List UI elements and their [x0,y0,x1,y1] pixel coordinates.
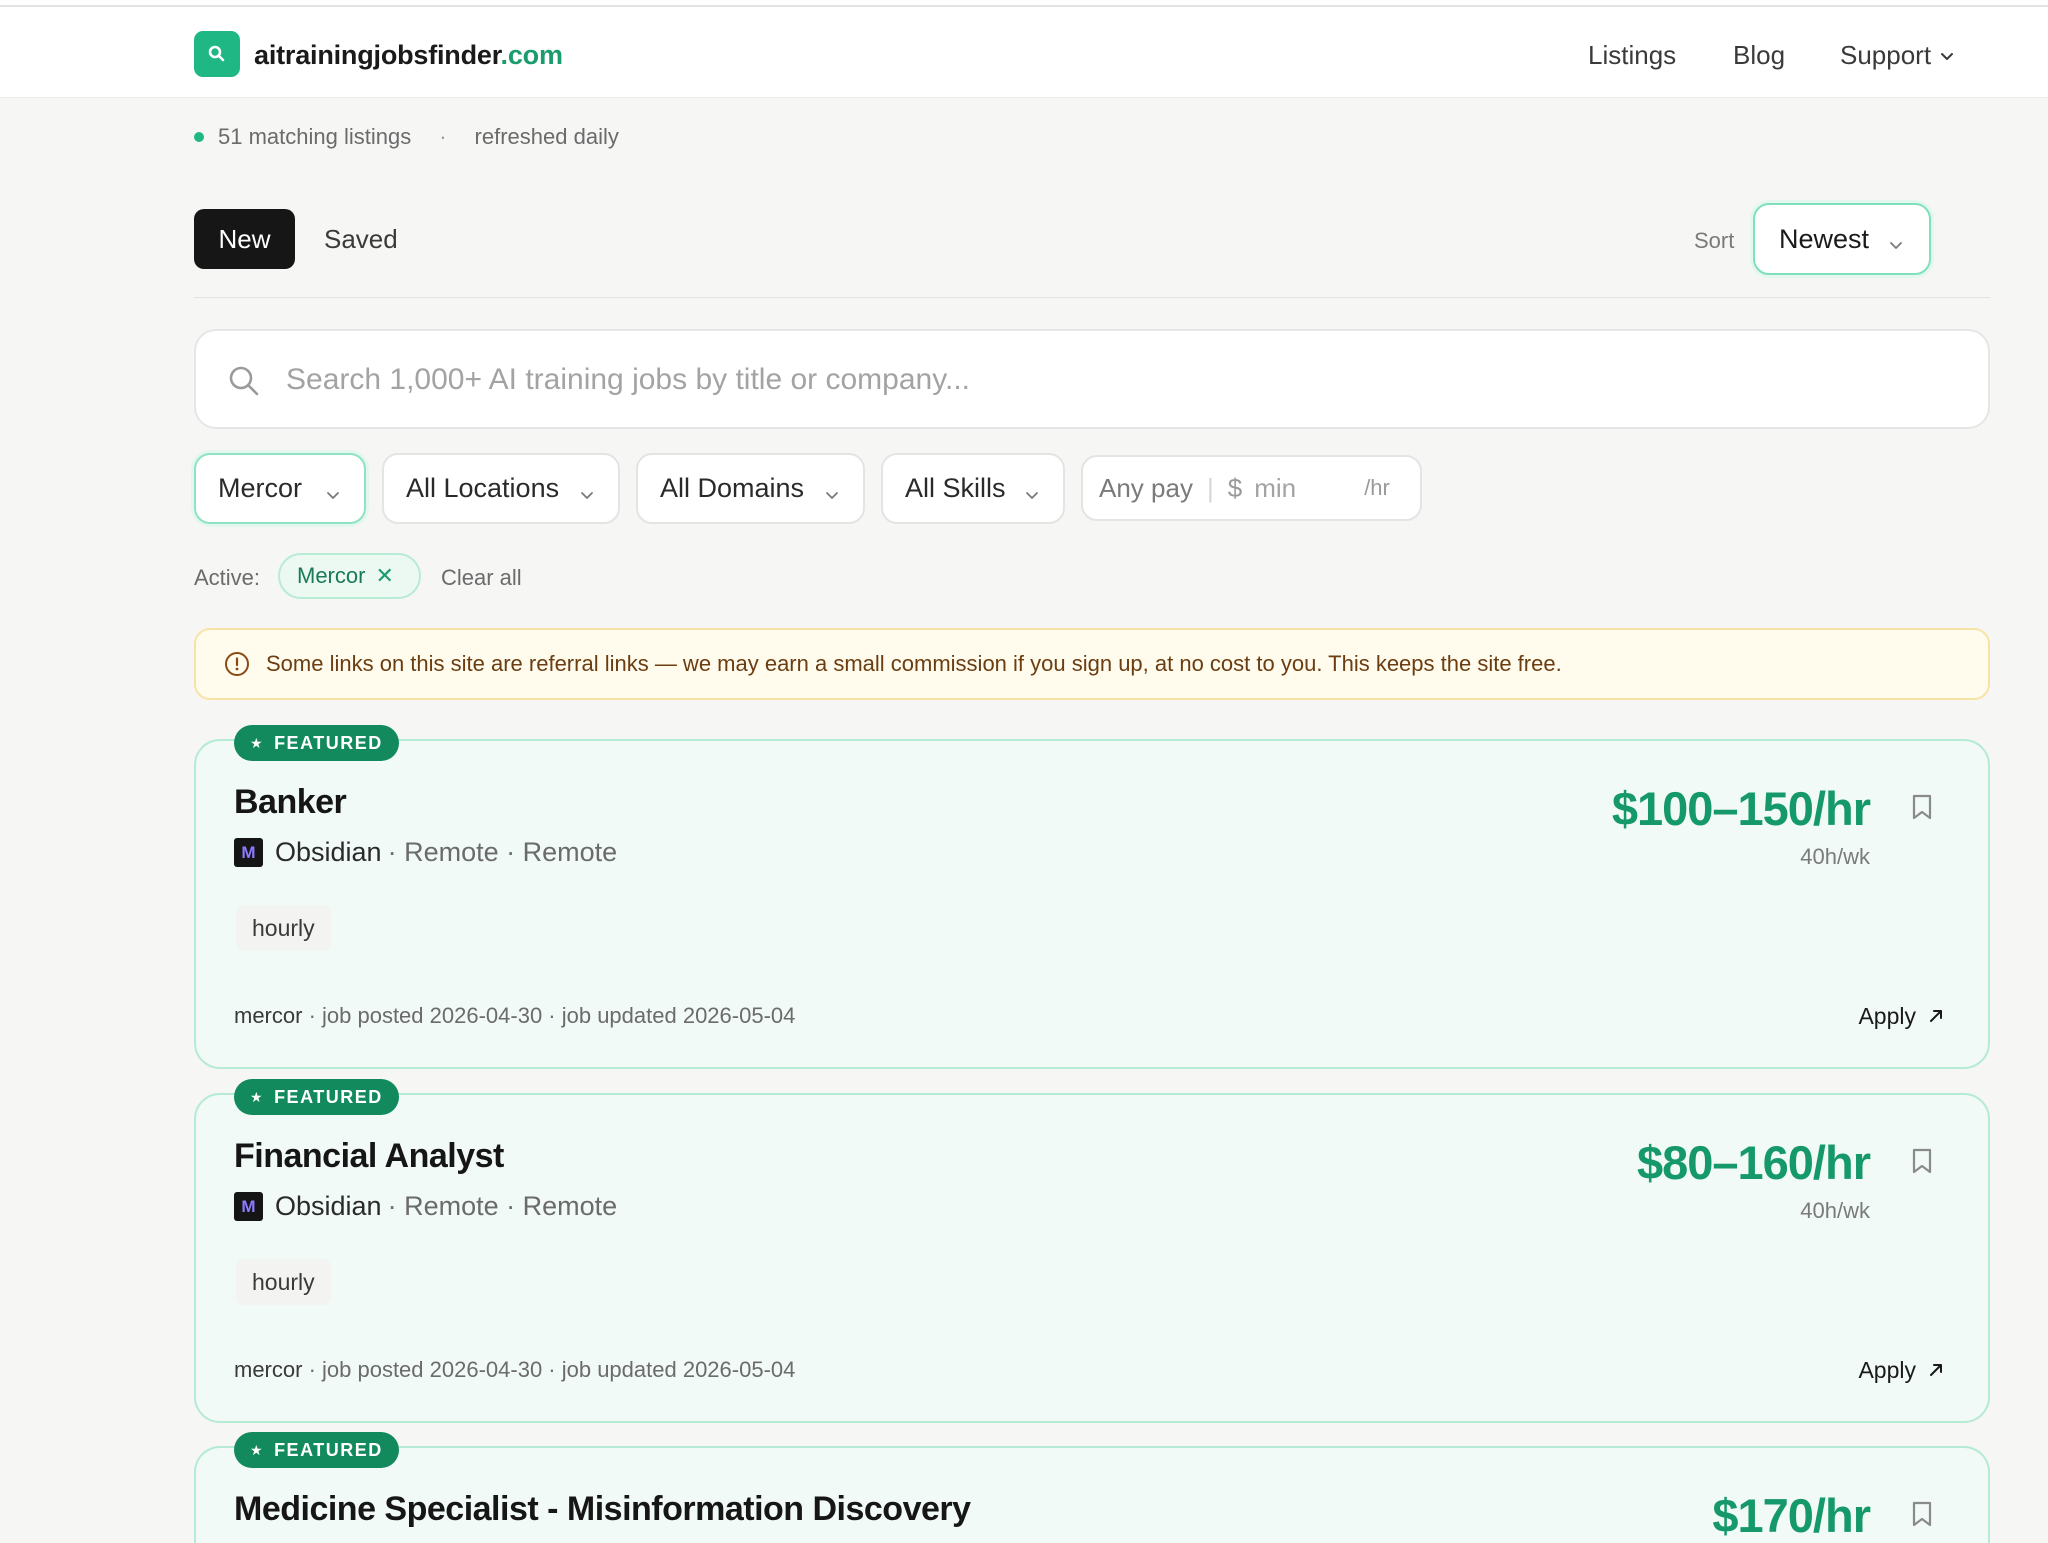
pay-min-input[interactable]: min [1254,473,1364,504]
job-footer: mercor · job posted 2026-04-30 · job upd… [234,1357,795,1383]
job-location: · Remote · Remote [387,1191,618,1221]
logo-icon[interactable] [194,31,240,77]
company-name: Obsidian [275,837,382,867]
filter-domains[interactable]: All Domains [636,453,865,524]
job-title[interactable]: Financial Analyst [234,1137,504,1176]
nav-support[interactable]: Support [1840,40,1955,71]
chevron-down-icon [823,480,841,511]
nav-support-label: Support [1840,40,1932,70]
job-footer: mercor · job posted 2026-04-30 · job upd… [234,1003,795,1029]
job-company-row: M Obsidian · Remote · Remote [234,1191,617,1222]
bookmark-icon[interactable] [1910,1147,1934,1180]
brand-tld: .com [500,40,563,70]
featured-badge-label: FEATURED [274,732,383,753]
listing-meta: 51 matching listings · refreshed daily [194,124,619,150]
company-logo-icon: M [234,1192,263,1221]
search-box[interactable] [194,329,1990,429]
filter-skills-label: All Skills [905,473,1006,503]
info-icon [224,651,250,677]
filter-domains-label: All Domains [660,473,805,503]
external-link-icon [1928,1357,1944,1384]
bookmark-icon[interactable] [1910,1500,1934,1533]
referral-notice-text: Some links on this site are referral lin… [266,651,1562,676]
brand-name: aitrainingjobsfinder [254,40,501,70]
nav-blog[interactable]: Blog [1733,40,1785,71]
chevron-down-icon [1939,40,1955,71]
chevron-down-icon [324,480,342,511]
site-logo[interactable]: aitrainingjobsfinder.com [254,40,563,71]
featured-badge-label: FEATURED [274,1086,383,1107]
job-location: · Remote · Remote [387,837,618,867]
filter-skills[interactable]: All Skills [881,453,1065,524]
section-divider [194,297,1990,298]
star-icon: ★ [250,1088,265,1105]
meta-separator: · [439,124,447,149]
active-filter-chip-label: Mercor [297,563,366,588]
featured-badge: ★ FEATURED [234,1432,399,1468]
filter-company[interactable]: Mercor [194,453,366,524]
company-logo-icon: M [234,838,263,867]
featured-badge: ★ FEATURED [234,1079,399,1115]
sort-value: Newest [1779,223,1870,254]
job-dates: · job posted 2026-04-30 · job updated 20… [302,1357,796,1382]
search-icon [228,365,260,402]
clear-all-button[interactable]: Clear all [441,565,522,591]
status-dot-icon [194,132,204,142]
featured-badge-label: FEATURED [274,1439,383,1460]
apply-label: Apply [1858,1357,1916,1383]
star-icon: ★ [250,734,265,751]
job-card[interactable]: Banker M Obsidian · Remote · Remote hour… [194,739,1990,1069]
close-icon[interactable]: ✕ [375,563,393,589]
tab-new[interactable]: New [194,209,295,269]
company-name: Obsidian [275,1191,382,1221]
nav-listings[interactable]: Listings [1588,40,1676,71]
active-filter-chip[interactable]: Mercor ✕ [278,553,421,599]
job-card[interactable]: Financial Analyst M Obsidian · Remote · … [194,1093,1990,1423]
job-hours: 40h/wk [1800,1198,1870,1223]
job-tag: hourly [236,1259,331,1305]
apply-label: Apply [1858,1003,1916,1029]
site-header: aitrainingjobsfinder.com Listings Blog S… [0,7,2048,98]
job-pay: $170/hr [1712,1489,1871,1542]
sort-select[interactable]: Newest [1753,203,1931,275]
search-input[interactable] [286,351,1946,409]
apply-button[interactable]: Apply [1858,1357,1944,1384]
job-title[interactable]: Banker [234,783,347,822]
pay-filter-divider: | [1206,472,1214,503]
filter-locations-label: All Locations [406,473,560,503]
job-hours: 40h/wk [1800,844,1870,869]
featured-badge: ★ FEATURED [234,725,399,761]
filter-locations[interactable]: All Locations [382,453,620,524]
chevron-down-icon [578,480,596,511]
listing-count: 51 matching listings [218,124,412,149]
job-title[interactable]: Medicine Specialist - Misinformation Dis… [234,1490,971,1529]
chevron-down-icon [1023,480,1041,511]
refresh-note: refreshed daily [474,124,619,149]
job-card[interactable]: Medicine Specialist - Misinformation Dis… [194,1446,1990,1543]
job-pay: $80–160/hr [1636,1136,1871,1189]
job-dates: · job posted 2026-04-30 · job updated 20… [302,1003,796,1028]
job-tag: hourly [236,905,331,951]
tab-saved[interactable]: Saved [324,224,398,255]
external-link-icon [1928,1003,1944,1030]
chevron-down-icon [1887,230,1905,261]
window-top-border [0,0,2048,7]
bookmark-icon[interactable] [1910,793,1934,826]
job-company-row: M Obsidian · Remote · Remote [234,837,617,868]
pay-currency: $ [1227,472,1243,503]
sort-label: Sort [1694,228,1735,253]
filter-company-label: Mercor [218,473,303,503]
pay-filter-label: Any pay [1099,472,1193,503]
job-source: mercor [234,1003,303,1028]
active-filters-label: Active: [194,565,261,590]
apply-button[interactable]: Apply [1858,1003,1944,1030]
referral-notice: Some links on this site are referral lin… [194,628,1990,700]
job-pay: $100–150/hr [1611,782,1871,835]
pay-filter[interactable]: Any pay | $ min /hr [1081,455,1422,521]
star-icon: ★ [250,1441,265,1458]
job-source: mercor [234,1357,303,1382]
pay-unit: /hr [1364,475,1390,500]
